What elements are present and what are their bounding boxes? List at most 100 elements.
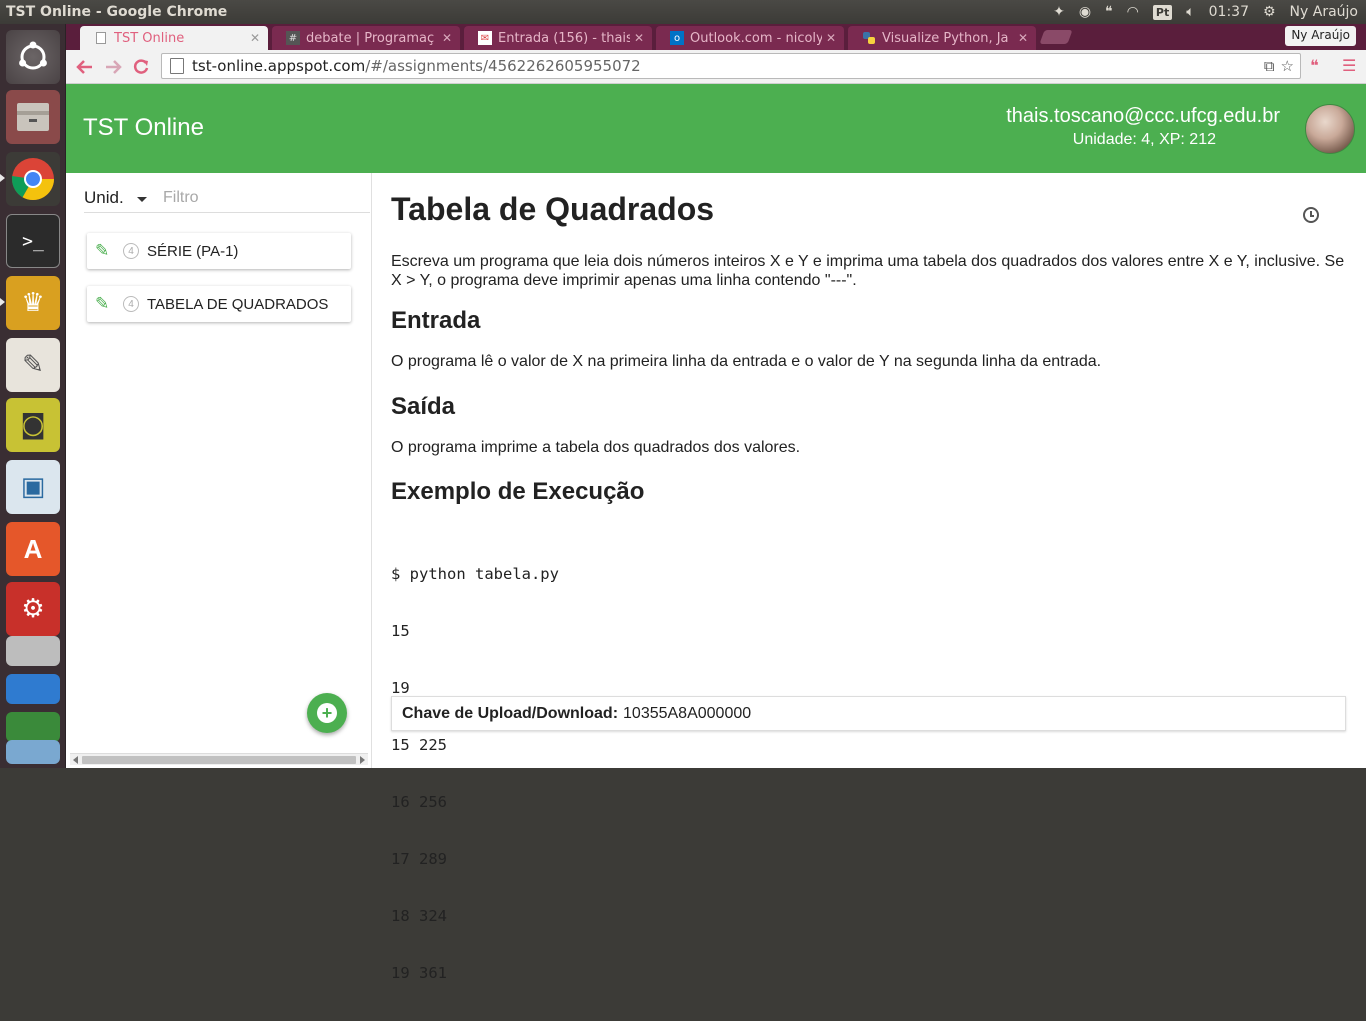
pencil-icon: ✎ — [95, 294, 110, 313]
translate-icon[interactable]: ⧉ — [1264, 57, 1275, 75]
speaker-app-icon[interactable]: ◙ — [6, 398, 60, 452]
software-center-icon[interactable]: A — [6, 522, 60, 576]
launcher: >_ ♛ ✎ ◙ ▣ A ⚙ — [0, 24, 66, 768]
clock[interactable]: 01:37 — [1209, 4, 1249, 20]
horizontal-scrollbar[interactable] — [70, 753, 368, 765]
output-text: O programa imprime a tabela dos quadrado… — [391, 439, 801, 456]
running-indicator — [0, 174, 5, 182]
bookmark-star-icon[interactable]: ☆ — [1281, 57, 1294, 75]
example-line: 15 225 — [391, 736, 447, 754]
url-host: tst-online.appspot.com — [192, 57, 366, 75]
filter-input[interactable] — [163, 184, 370, 211]
hangouts-extension-icon[interactable]: ❝ — [1310, 56, 1319, 75]
close-icon[interactable]: ✕ — [634, 31, 644, 45]
unit-select[interactable]: Unid. — [84, 188, 153, 208]
assignment-item-serie[interactable]: ✎ 4 SÉRIE (PA-1) — [87, 233, 351, 269]
example-line: 18 324 — [391, 907, 447, 925]
user-email: thais.toscano@ccc.ufcg.edu.br — [1006, 105, 1280, 127]
document-icon[interactable] — [6, 674, 60, 704]
tab-strip: TST Online ✕ # debate | Programaç ✕ ✉ En… — [66, 24, 1366, 50]
hash-icon: # — [286, 31, 300, 45]
keyboard-layout-indicator[interactable]: Pt — [1152, 4, 1173, 20]
chrome-launcher-icon[interactable] — [6, 152, 60, 206]
new-tab-button[interactable] — [1039, 30, 1073, 44]
assignment-item-tabela[interactable]: ✎ 4 TABELA DE QUADRADOS — [87, 286, 351, 322]
example-line: $ python tabela.py — [391, 565, 559, 583]
tab-python-tutor[interactable]: Visualize Python, Ja ✕ — [848, 26, 1036, 50]
plus-icon: + — [317, 703, 337, 723]
amulet-app-icon[interactable]: ♛ — [6, 276, 60, 330]
settings-gear-icon[interactable]: ⚙ — [1263, 4, 1276, 20]
scrollbar-thumb[interactable] — [82, 756, 356, 764]
tab-label: Entrada (156) - thais — [498, 30, 630, 46]
url-path: /#/assignments/4562262605955072 — [365, 57, 641, 75]
close-icon[interactable]: ✕ — [826, 31, 836, 45]
page-title: Tabela de Quadrados — [391, 191, 715, 227]
chrome-menu-icon[interactable]: ☰ — [1342, 56, 1356, 75]
app-header: TST Online thais.toscano@ccc.ufcg.edu.br… — [66, 84, 1366, 173]
example-output: $ python tabela.py 15 19 15 225 16 256 1… — [391, 527, 559, 1021]
hangouts-icon[interactable]: ❝ — [1105, 4, 1113, 20]
example-heading: Exemplo de Execução — [391, 478, 645, 505]
unit-select-label: Unid. — [84, 187, 124, 207]
example-line: 15 — [391, 622, 410, 640]
profile-button[interactable]: Ny Araújo — [1285, 26, 1356, 46]
tab-tst-online[interactable]: TST Online ✕ — [80, 26, 268, 50]
python-icon — [862, 31, 876, 45]
app-title[interactable]: TST Online — [83, 114, 204, 142]
assignment-sidebar: Unid. ✎ 4 SÉRIE (PA-1) ✎ 4 TABELA DE QUA… — [66, 173, 372, 768]
tab-label: Outlook.com - nicoly — [690, 30, 822, 46]
reload-icon[interactable] — [130, 56, 152, 78]
window-title: TST Online - Google Chrome — [6, 4, 228, 20]
close-icon[interactable]: ✕ — [250, 31, 260, 45]
outlook-icon: o — [670, 31, 684, 45]
system-settings-icon[interactable]: ⚙ — [6, 582, 60, 636]
unit-badge: 4 — [123, 296, 139, 312]
tab-outlook[interactable]: o Outlook.com - nicoly ✕ — [656, 26, 844, 50]
trash-icon[interactable] — [6, 740, 60, 764]
tab-gmail[interactable]: ✉ Entrada (156) - thais ✕ — [464, 26, 652, 50]
tab-label: debate | Programaç — [306, 30, 435, 46]
files-icon[interactable] — [6, 90, 60, 144]
pencil-icon: ✎ — [95, 241, 110, 260]
tab-label: Visualize Python, Ja — [882, 30, 1009, 46]
volume-icon[interactable]: 🔈︎ — [1186, 4, 1194, 20]
chrome-indicator-icon[interactable]: ◉ — [1079, 4, 1091, 20]
upload-key-box: Chave de Upload/Download: 10355A8A000000 — [391, 696, 1346, 731]
input-heading: Entrada — [391, 307, 481, 334]
media-icon[interactable] — [6, 712, 60, 742]
terminal-icon[interactable]: >_ — [6, 214, 60, 268]
running-indicator — [0, 298, 5, 306]
web-page: TST Online thais.toscano@ccc.ufcg.edu.br… — [66, 84, 1366, 982]
address-bar[interactable]: tst-online.appspot.com/#/assignments/456… — [161, 53, 1301, 79]
page-icon — [94, 31, 108, 45]
text-editor-icon[interactable]: ✎ — [6, 338, 60, 392]
forward-arrow-icon[interactable] — [102, 56, 124, 78]
drive-icon[interactable] — [6, 636, 60, 666]
filter-row: Unid. — [84, 183, 370, 213]
session-user[interactable]: Ny Araújo — [1290, 4, 1358, 20]
tab-label: TST Online — [114, 30, 185, 46]
input-text: O programa lê o valor de X na primeira l… — [391, 353, 1102, 370]
unit-badge: 4 — [123, 243, 139, 259]
chevron-down-icon — [137, 197, 147, 202]
assignment-name: SÉRIE (PA-1) — [147, 242, 239, 260]
scroll-right-icon[interactable] — [360, 756, 365, 764]
scroll-left-icon[interactable] — [73, 756, 78, 764]
ubuntu-dash-icon[interactable] — [6, 30, 60, 84]
close-icon[interactable]: ✕ — [1018, 31, 1028, 45]
indicator-area: ✦ ◉ ❝ ◠ Pt 🔈︎ 01:37 ⚙ Ny Araújo — [1053, 0, 1358, 24]
close-icon[interactable]: ✕ — [442, 31, 452, 45]
dropbox-icon[interactable]: ✦ — [1053, 4, 1065, 20]
history-clock-icon[interactable] — [1303, 207, 1319, 223]
wifi-icon[interactable]: ◠ — [1127, 4, 1139, 20]
key-value[interactable]: 10355A8A000000 — [623, 705, 751, 723]
tab-debate[interactable]: # debate | Programaç ✕ — [272, 26, 460, 50]
user-stats: Unidade: 4, XP: 212 — [1072, 131, 1216, 148]
back-arrow-icon[interactable] — [74, 56, 96, 78]
avatar[interactable] — [1305, 104, 1355, 154]
key-label: Chave de Upload/Download: — [402, 704, 619, 722]
output-heading: Saída — [391, 393, 456, 420]
libreoffice-impress-icon[interactable]: ▣ — [6, 460, 60, 514]
add-button[interactable]: + — [307, 693, 347, 733]
